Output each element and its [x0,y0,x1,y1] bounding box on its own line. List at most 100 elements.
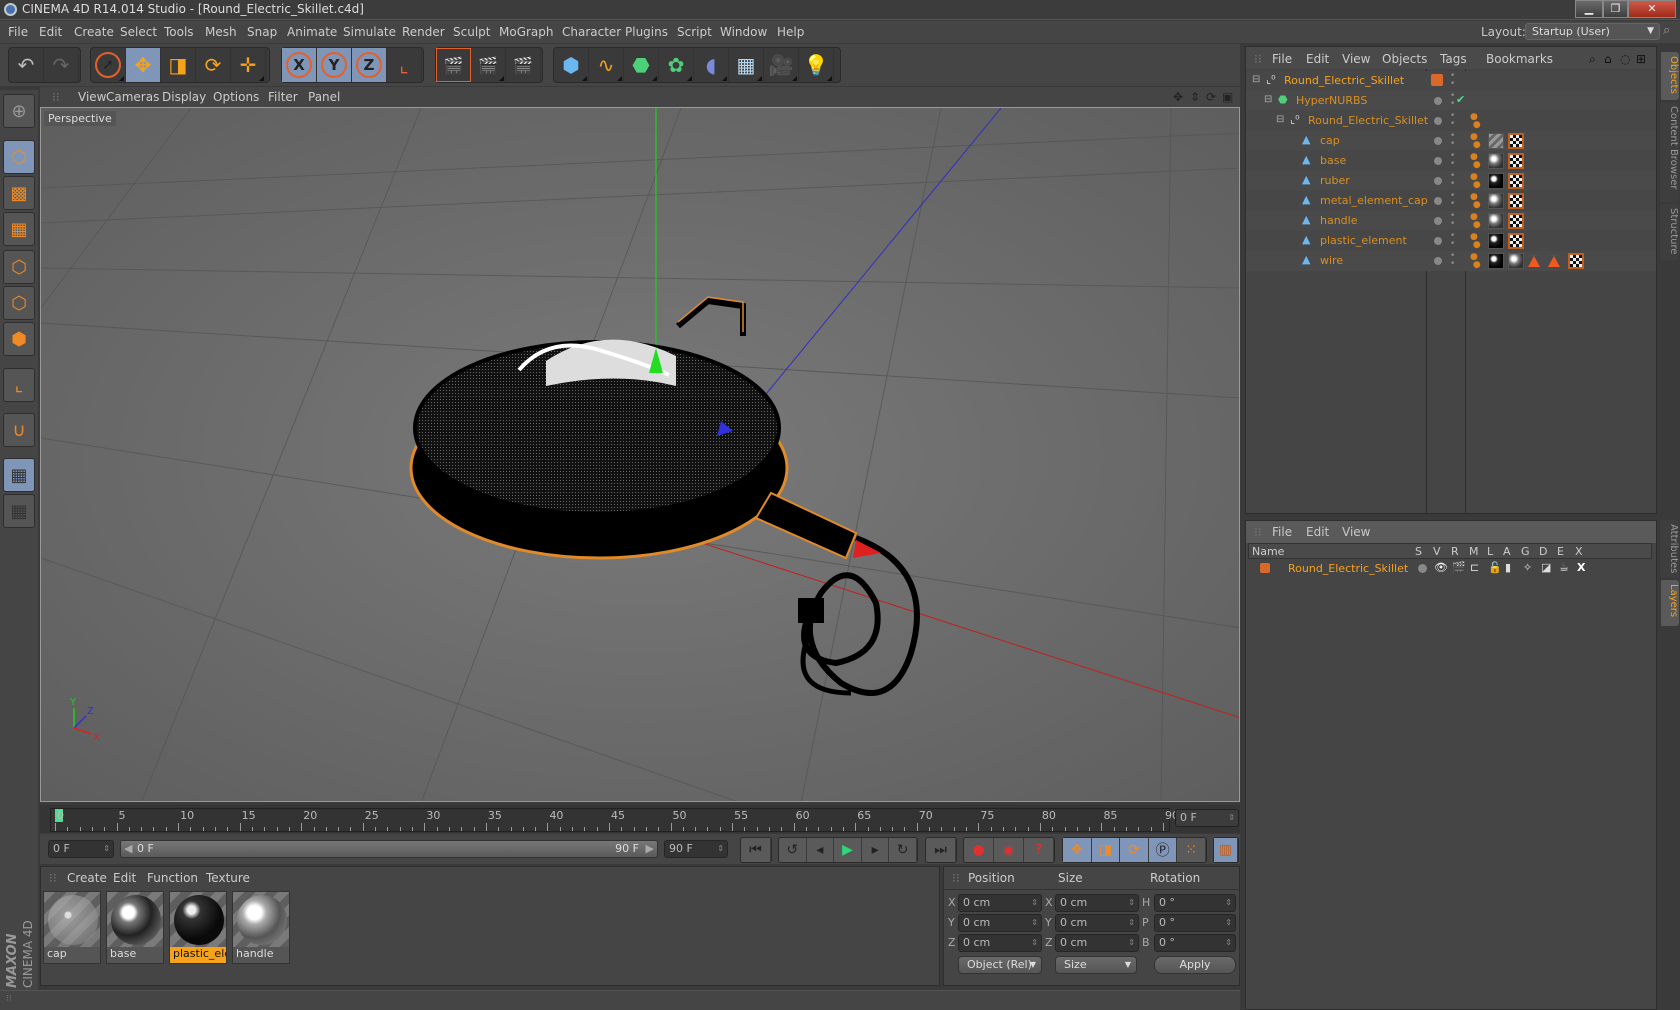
grip-icon[interactable]: ⁝⁝ [49,871,57,885]
spinner-icon[interactable]: ⇕ [1128,895,1135,911]
material-swatch-cap[interactable]: cap [43,891,101,964]
render-picture-viewer-icon[interactable]: 🎬 [471,48,506,82]
lm-menu-view[interactable]: View [1342,525,1370,539]
menu-render[interactable]: Render [402,25,445,39]
object-row[interactable]: ▲ base • • ● ● [1246,151,1656,171]
layer-dot[interactable] [1434,137,1442,145]
spinner-icon[interactable]: ⇕ [1031,895,1038,911]
object-name[interactable]: cap [1320,134,1340,147]
column-deformers[interactable]: D [1539,545,1547,558]
keyframe-selection-icon[interactable]: ? [1024,838,1054,862]
om-menu-objects[interactable]: Objects [1382,52,1427,66]
visibility-toggle[interactable]: • • [1450,252,1455,269]
material-menu-create[interactable]: Create [67,871,107,885]
visibility-toggle[interactable]: • • [1450,152,1455,169]
spinner-icon[interactable]: ⇕ [1228,810,1235,826]
position-z-field[interactable]: 0 cm ⇕ [958,934,1042,952]
spinner-icon[interactable]: ⇕ [1225,915,1232,931]
viewport-menu-view[interactable]: View [78,90,106,104]
xref-icon[interactable]: X [1577,561,1585,574]
column-name[interactable]: Name [1252,545,1284,558]
coordinate-mode-dropdown[interactable]: Object (Rel) ▼ [958,956,1042,974]
layer-dot[interactable] [1434,117,1442,125]
material-swatch-base[interactable]: base [106,891,164,964]
column-locked[interactable]: L [1487,545,1493,558]
grip-icon[interactable]: ⁝⁝ [952,871,960,885]
animation-film-icon[interactable]: ▮ [1505,561,1511,574]
grip-icon[interactable]: ⁝⁝ [1254,525,1262,539]
floor-icon[interactable]: ▦ [729,48,764,82]
restore-button[interactable]: ❐ [1603,0,1628,18]
object-row[interactable]: ⊟ ⌞⁰ Round_Electric_Skillet • • ● ● [1246,111,1656,131]
column-manager[interactable]: M [1469,545,1479,558]
previous-frame-icon[interactable]: ◂ [807,838,835,862]
tab-layers[interactable]: Layers [1661,580,1679,626]
material-tag-icon[interactable] [1488,253,1504,269]
material-menu-edit[interactable]: Edit [113,871,136,885]
collapse-toggle-icon[interactable]: ⊟ [1276,114,1284,125]
visibility-toggle[interactable]: • • [1450,212,1455,229]
tab-content-browser[interactable]: Content Browser [1661,102,1679,202]
timeline-ruler[interactable]: 0 5 10 15 20 25 30 35 40 45 50 55 60 65 70 75 80 85 90 [50,808,1179,832]
layout-dropdown[interactable]: Startup (User) ▼ [1525,23,1660,40]
object-row[interactable]: ▲ ruber • • ● ● [1246,171,1656,191]
phong-tag-icon[interactable]: ● ● [1470,173,1481,190]
om-menu-bookmarks[interactable]: Bookmarks [1486,52,1553,66]
play-icon[interactable]: ▶ [834,838,862,862]
rotation-b-field[interactable]: 0 ° ⇕ [1154,934,1236,952]
visibility-toggle[interactable]: • • [1450,92,1455,109]
column-render[interactable]: R [1451,545,1459,558]
visibility-toggle[interactable]: • • [1450,192,1455,209]
tab-objects[interactable]: Objects [1661,52,1679,100]
om-menu-edit[interactable]: Edit [1306,52,1329,66]
world-coordinates-icon[interactable]: ⌞ [387,48,422,82]
uvw-tag-icon[interactable] [1508,153,1524,169]
range-end-handle-icon[interactable]: ▶ [646,841,654,857]
menu-sculpt[interactable]: Sculpt [453,25,490,39]
generator-icon[interactable]: ✧ [1523,561,1532,574]
size-mode-dropdown[interactable]: Size ▼ [1055,956,1137,974]
object-row[interactable]: ⊟ ⬣ HyperNURBS • • ✔ [1246,91,1656,111]
light-icon[interactable]: 💡 [799,48,834,82]
close-button[interactable]: ✕ [1628,0,1676,18]
model-mode-icon[interactable]: ⬡ [3,140,35,174]
material-tag-icon[interactable] [1488,233,1504,249]
viewport-menu-cameras[interactable]: Cameras [106,90,159,104]
spinner-icon[interactable]: ⇕ [1128,935,1135,951]
uvw-tag-icon[interactable] [1508,133,1524,149]
grip-icon[interactable]: ⁝⁝ [1254,52,1262,66]
move-icon[interactable]: ✥ [126,48,161,82]
spline-pen-icon[interactable]: ∿ [589,48,624,82]
size-z-field[interactable]: 0 cm ⇕ [1055,934,1139,952]
layer-dot[interactable] [1434,257,1442,265]
x-axis-lock-icon[interactable]: X [282,48,317,82]
timeline-scheme-icon[interactable]: ▥ [1214,838,1238,862]
object-name[interactable]: plastic_element [1320,234,1407,247]
object-name[interactable]: Round_Electric_Skillet [1284,74,1404,87]
menu-mesh[interactable]: Mesh [205,25,237,39]
render-clapper-icon[interactable]: 🎬 [1452,561,1466,574]
start-frame-field[interactable]: 0 F ⇕ [48,840,114,858]
maximize-view-icon[interactable]: ▣ [1222,90,1233,104]
warning-tag-icon[interactable] [1548,255,1560,267]
deformer-icon[interactable]: ◪ [1541,561,1551,574]
render-settings-icon[interactable]: 🎬 [506,48,541,82]
menu-mograph[interactable]: MoGraph [499,25,554,39]
menu-tools[interactable]: Tools [164,25,194,39]
column-animation[interactable]: A [1503,545,1511,558]
key-rotation-icon[interactable]: ⟳ [1120,838,1149,862]
previous-key-icon[interactable]: ↺ [779,838,807,862]
edges-mode-icon[interactable]: ⬡ [3,286,35,320]
spinner-icon[interactable]: ⇕ [717,841,724,857]
subdivision-surface-icon[interactable]: ⬣ [624,48,659,82]
menu-select[interactable]: Select [120,25,157,39]
material-tag-icon[interactable] [1488,213,1504,229]
menu-window[interactable]: Window [720,25,767,39]
lm-menu-edit[interactable]: Edit [1306,525,1329,539]
autokeying-icon[interactable]: ◉ [994,838,1024,862]
tab-structure[interactable]: Structure [1661,204,1679,260]
material-tag-icon[interactable] [1488,173,1504,189]
rotate-icon[interactable]: ⟳ [196,48,231,82]
next-key-icon[interactable]: ↻ [889,838,917,862]
visibility-toggle[interactable]: • • [1450,232,1455,249]
